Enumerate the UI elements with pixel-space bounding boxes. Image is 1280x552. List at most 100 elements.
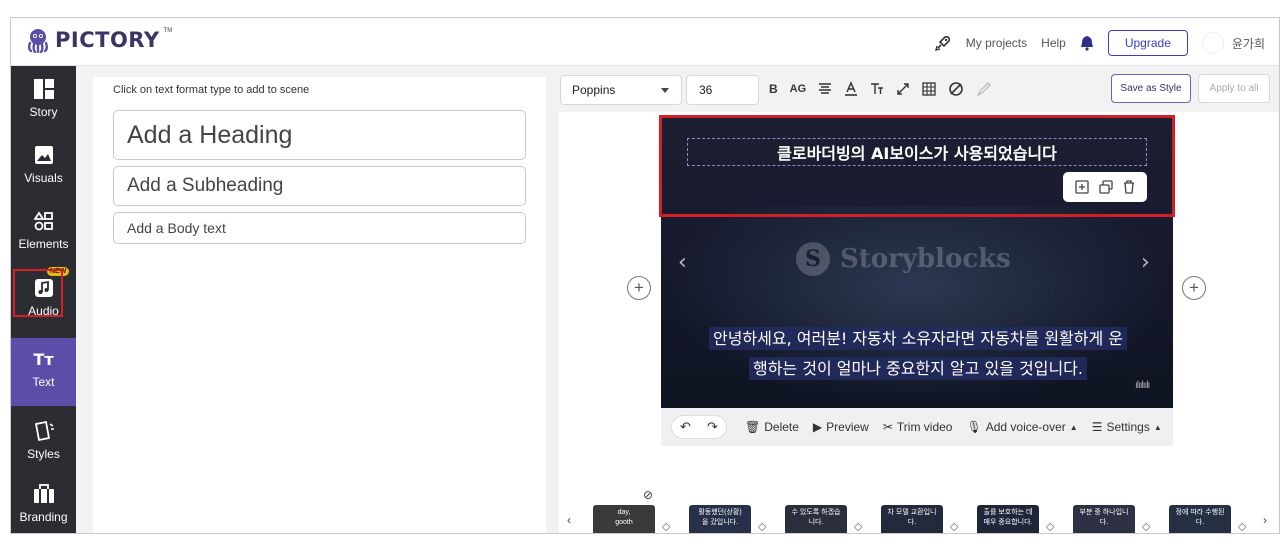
octopus-logo-icon [28, 29, 48, 53]
upgrade-button[interactable]: Upgrade [1107, 30, 1188, 56]
font-family-select[interactable]: Poppins [560, 75, 682, 105]
thumb-text: 차 모델 교환입니 다. [887, 509, 937, 526]
rocket-icon[interactable] [934, 34, 952, 52]
watermark-text: Storyblocks [840, 244, 1011, 274]
story-icon [33, 79, 54, 99]
user-menu[interactable]: 윤가희 [1201, 32, 1265, 54]
delete-label: Delete [764, 420, 799, 434]
timeline-thumb[interactable]: 수 있도록 하겠습 니다. [785, 505, 847, 533]
settings-button[interactable]: ☰ Settings ▲ [1092, 420, 1162, 434]
font-size-input[interactable]: 36 [686, 75, 759, 105]
sidebar-item-story[interactable]: Story [11, 70, 76, 132]
trash-icon: 🗑 [745, 420, 761, 434]
transition-icon[interactable]: ◇ [950, 520, 958, 533]
help-link[interactable]: Help [1041, 36, 1066, 50]
apply-to-all-button[interactable]: Apply to all [1198, 74, 1270, 103]
transition-icon[interactable]: ◇ [758, 520, 766, 533]
subtitle-line-1: 안녕하세요, 여러분! 자동차 소유자라면 자동차를 원활하게 운 [708, 327, 1128, 350]
grid-icon[interactable] [922, 82, 936, 96]
thumb-text: 부분 중 하나입니 다. [1079, 509, 1129, 526]
add-scene-before-button[interactable]: + [627, 276, 651, 300]
voice-over-label: Add voice-over [985, 420, 1066, 434]
sidebar-item-label: Story [29, 105, 58, 119]
timeline-next-arrow[interactable]: › [1263, 513, 1267, 527]
eye-off-icon[interactable]: ⊘ [643, 488, 653, 502]
case-button[interactable]: AG [790, 79, 807, 99]
text-size-icon[interactable] [870, 82, 884, 96]
chevron-left-icon[interactable]: ‹ [678, 250, 687, 275]
plus-icon: + [634, 278, 644, 297]
sliders-icon: ☰ [1091, 420, 1103, 434]
color-fill-icon[interactable] [948, 81, 964, 97]
sidebar-item-label: Styles [27, 447, 60, 461]
sidebar-item-label: Branding [19, 510, 68, 524]
styles-icon [34, 420, 54, 442]
subtitle-line-2: 행하는 것이 얼마나 중요한지 알고 있을 것입니다. [748, 357, 1087, 380]
expand-icon[interactable] [896, 82, 910, 96]
save-as-style-button[interactable]: Save as Style [1111, 74, 1191, 103]
sidebar-item-label: Elements [18, 237, 69, 251]
timeline-thumb[interactable]: 활동했던(상황) 을 갔입니다. [689, 505, 751, 533]
timeline-thumb[interactable]: 부분 중 하나입니 다. [1073, 505, 1135, 533]
bell-icon[interactable] [1080, 35, 1094, 51]
timeline-prev-arrow[interactable]: ‹ [567, 513, 571, 527]
mic-icon: 🎙 [966, 420, 982, 434]
avatar [1201, 32, 1224, 54]
heading-highlight-box [659, 115, 1175, 217]
timeline-thumb[interactable]: 정에 따라 수행된 다. [1169, 505, 1231, 533]
undo-redo-group: ↶ ↷ [671, 415, 727, 439]
sidebar-item-visuals[interactable]: Visuals [11, 136, 76, 198]
add-voice-over-button[interactable]: 🎙 Add voice-over ▲ [966, 420, 1077, 434]
sidebar-item-styles[interactable]: Styles [11, 409, 76, 475]
thumb-text: day, gooth [615, 509, 633, 526]
top-bar: PICTORY TM My projects Help Upgrade 윤가희 [11, 18, 1279, 66]
preview-button[interactable]: ▶ Preview [813, 420, 869, 434]
storyblocks-watermark: S Storyblocks [796, 242, 1011, 276]
transition-icon[interactable]: ◇ [1046, 520, 1054, 533]
undo-icon[interactable]: ↶ [680, 419, 691, 435]
sidebar: Story Visuals Elements NEW Audio Tт Text… [11, 66, 76, 533]
timeline-thumb[interactable]: 출를 보호하는 데 매우 중요합니다. [977, 505, 1039, 533]
plus-icon: + [1189, 278, 1199, 297]
chevron-right-icon[interactable]: › [1141, 250, 1150, 275]
transition-icon[interactable]: ◇ [662, 520, 670, 533]
underline-a-icon[interactable] [844, 81, 858, 97]
thumb-text: 활동했던(상황) 을 갔입니다. [698, 509, 742, 526]
text-format-tools: B AG [769, 79, 992, 99]
transition-icon[interactable]: ◇ [854, 520, 862, 533]
thumb-text: 정에 따라 수행된 다. [1175, 509, 1225, 526]
align-center-icon[interactable] [818, 82, 832, 96]
thumb-text: 수 있도록 하겠습 니다. [791, 509, 841, 526]
transition-icon[interactable]: ◇ [1142, 520, 1150, 533]
text-format-panel: Click on text format type to add to scen… [93, 77, 546, 533]
caret-up-icon: ▲ [1069, 422, 1078, 432]
chevron-down-icon [661, 88, 669, 93]
trim-video-button[interactable]: ✂ Trim video [883, 420, 953, 434]
logo[interactable]: PICTORY TM [25, 27, 172, 53]
username: 윤가희 [1231, 36, 1265, 51]
pen-icon[interactable] [976, 81, 992, 97]
add-subheading-button[interactable]: Add a Subheading [113, 166, 526, 206]
bold-button[interactable]: B [769, 79, 778, 99]
briefcase-icon [33, 484, 54, 503]
app-window: PICTORY TM My projects Help Upgrade 윤가희 [10, 17, 1280, 534]
scene-subtitle[interactable]: 안녕하세요, 여러분! 자동차 소유자라면 자동차를 원활하게 운 행하는 것이… [687, 324, 1149, 384]
font-family-value: Poppins [572, 83, 616, 97]
add-body-text-button[interactable]: Add a Body text [113, 212, 526, 244]
scene-action-bar: ↶ ↷ 🗑 Delete ▶ Preview ✂ Trim video 🎙 Add vo… [661, 408, 1173, 446]
audio-wave-icon: ılıılıılı [1135, 380, 1150, 391]
caret-up-icon: ▲ [1153, 422, 1162, 432]
add-scene-after-button[interactable]: + [1182, 276, 1206, 300]
my-projects-link[interactable]: My projects [966, 36, 1027, 50]
add-heading-button[interactable]: Add a Heading [113, 110, 526, 160]
timeline-thumb[interactable]: day, gooth [593, 505, 655, 533]
transition-icon[interactable]: ◇ [1238, 520, 1246, 533]
sidebar-item-branding[interactable]: Branding [11, 472, 76, 533]
panel-hint: Click on text format type to add to scen… [113, 84, 310, 96]
sidebar-item-elements[interactable]: Elements [11, 202, 76, 264]
timeline-thumb[interactable]: 차 모델 교환입니 다. [881, 505, 943, 533]
scissors-icon: ✂ [882, 420, 893, 434]
delete-button[interactable]: 🗑 Delete [745, 420, 799, 434]
redo-icon[interactable]: ↷ [707, 419, 718, 435]
sidebar-item-text[interactable]: Tт Text [11, 338, 76, 406]
